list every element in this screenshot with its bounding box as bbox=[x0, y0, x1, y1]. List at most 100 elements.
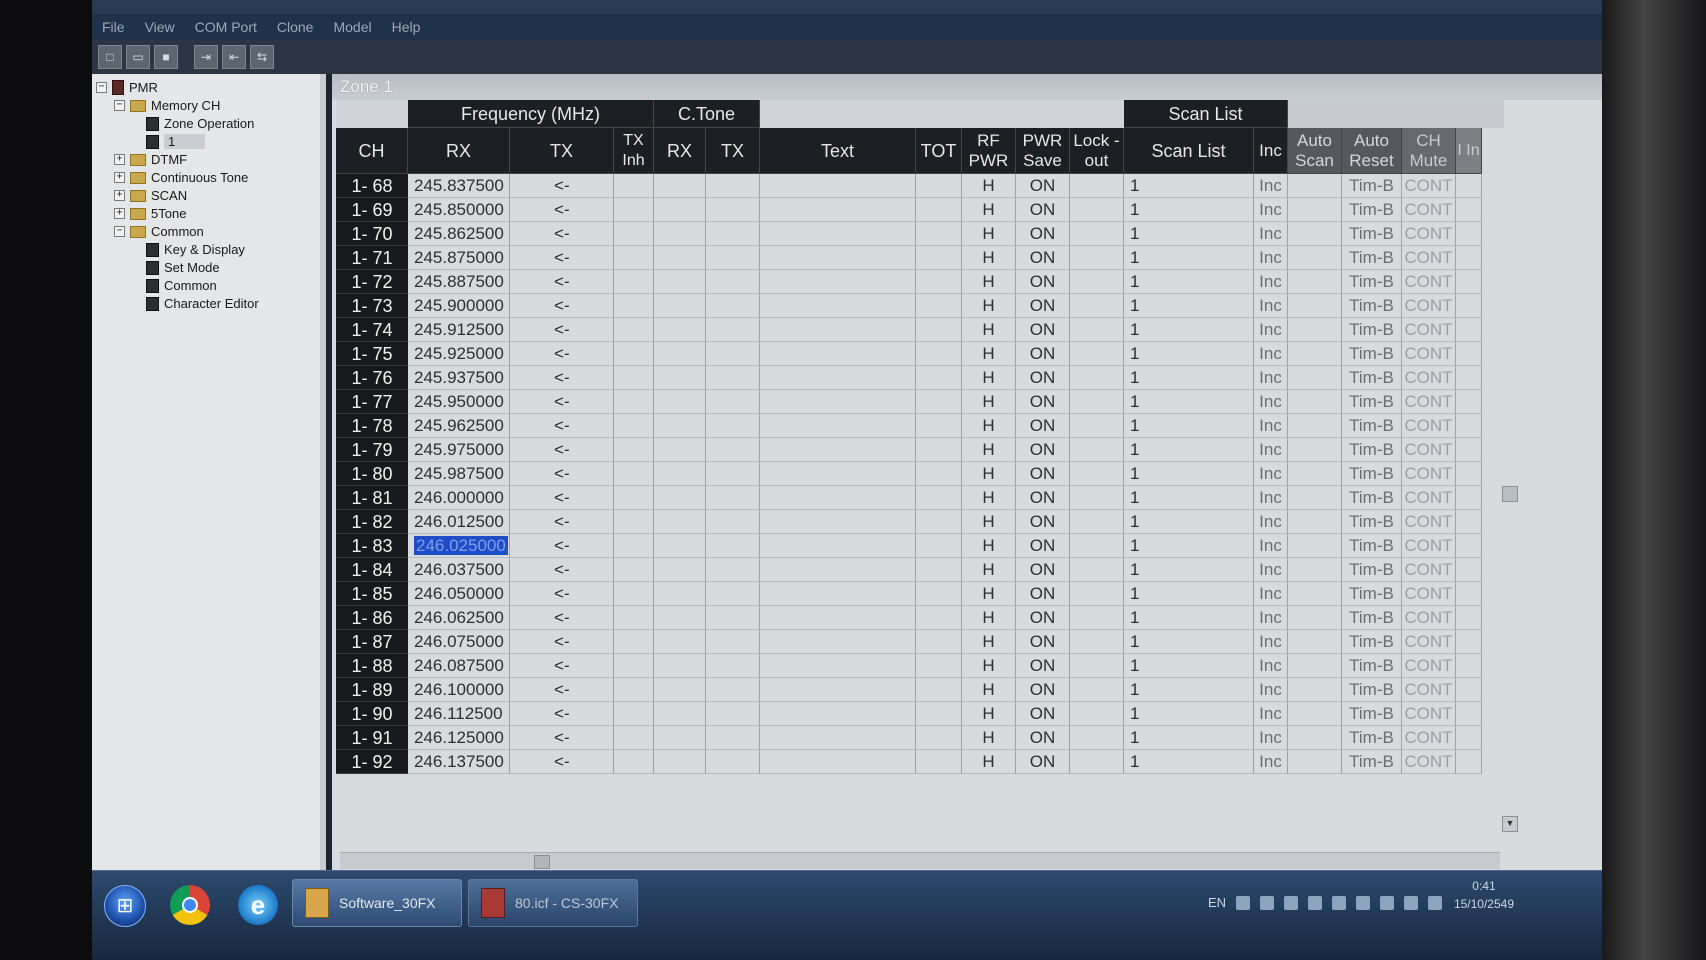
ctone-tx-cell[interactable] bbox=[706, 198, 760, 222]
inc-cell[interactable]: Inc bbox=[1254, 198, 1288, 222]
row-header[interactable]: 1- 77 bbox=[336, 390, 408, 414]
rf-pwr-cell[interactable]: H bbox=[962, 270, 1016, 294]
text-cell[interactable] bbox=[760, 582, 916, 606]
rf-pwr-cell[interactable]: H bbox=[962, 246, 1016, 270]
lockout-cell[interactable] bbox=[1070, 318, 1124, 342]
last-col-cell[interactable] bbox=[1456, 558, 1482, 582]
tree-node-5tone[interactable]: + 5Tone bbox=[114, 204, 186, 223]
text-cell[interactable] bbox=[760, 510, 916, 534]
row-header[interactable]: 1- 78 bbox=[336, 414, 408, 438]
ch-mute-cell[interactable]: CONT bbox=[1402, 246, 1456, 270]
inc-cell[interactable]: Inc bbox=[1254, 630, 1288, 654]
tx-inh-cell[interactable] bbox=[614, 390, 654, 414]
ctone-tx-cell[interactable] bbox=[706, 462, 760, 486]
inc-cell[interactable]: Inc bbox=[1254, 726, 1288, 750]
tx-inh-cell[interactable] bbox=[614, 582, 654, 606]
rf-pwr-cell[interactable]: H bbox=[962, 510, 1016, 534]
lockout-cell[interactable] bbox=[1070, 750, 1124, 774]
ctone-rx-cell[interactable] bbox=[654, 726, 706, 750]
inc-cell[interactable]: Inc bbox=[1254, 582, 1288, 606]
inc-cell[interactable]: Inc bbox=[1254, 534, 1288, 558]
lockout-cell[interactable] bbox=[1070, 558, 1124, 582]
auto-reset-cell[interactable]: Tim-B bbox=[1342, 198, 1402, 222]
ch-mute-cell[interactable]: CONT bbox=[1402, 390, 1456, 414]
tot-cell[interactable] bbox=[916, 414, 962, 438]
row-header[interactable]: 1- 72 bbox=[336, 270, 408, 294]
scan-list-cell[interactable]: 1 bbox=[1124, 414, 1254, 438]
tx-cell[interactable]: <- bbox=[510, 246, 614, 270]
last-col-cell[interactable] bbox=[1456, 366, 1482, 390]
pwr-save-cell[interactable]: ON bbox=[1016, 270, 1070, 294]
scan-list-cell[interactable]: 1 bbox=[1124, 510, 1254, 534]
tx-inh-cell[interactable] bbox=[614, 174, 654, 198]
lockout-cell[interactable] bbox=[1070, 678, 1124, 702]
ctone-tx-cell[interactable] bbox=[706, 630, 760, 654]
read-icon[interactable]: ⇥ bbox=[194, 45, 218, 69]
rf-pwr-cell[interactable]: H bbox=[962, 438, 1016, 462]
ch-mute-cell[interactable]: CONT bbox=[1402, 366, 1456, 390]
last-col-cell[interactable] bbox=[1456, 486, 1482, 510]
pwr-save-cell[interactable]: ON bbox=[1016, 630, 1070, 654]
pwr-save-cell[interactable]: ON bbox=[1016, 366, 1070, 390]
tx-cell[interactable]: <- bbox=[510, 342, 614, 366]
ctone-rx-cell[interactable] bbox=[654, 606, 706, 630]
tx-cell[interactable]: <- bbox=[510, 750, 614, 774]
ctone-tx-cell[interactable] bbox=[706, 726, 760, 750]
tx-cell[interactable]: <- bbox=[510, 318, 614, 342]
rx-cell[interactable]: 246.000000 bbox=[408, 486, 510, 510]
ch-mute-cell[interactable]: CONT bbox=[1402, 678, 1456, 702]
lockout-cell[interactable] bbox=[1070, 534, 1124, 558]
auto-scan-cell[interactable] bbox=[1288, 678, 1342, 702]
pwr-save-cell[interactable]: ON bbox=[1016, 294, 1070, 318]
row-header[interactable]: 1- 69 bbox=[336, 198, 408, 222]
tot-cell[interactable] bbox=[916, 342, 962, 366]
text-cell[interactable] bbox=[760, 174, 916, 198]
row-header[interactable]: 1- 79 bbox=[336, 438, 408, 462]
last-col-cell[interactable] bbox=[1456, 390, 1482, 414]
ctone-tx-cell[interactable] bbox=[706, 702, 760, 726]
menu-model[interactable]: Model bbox=[323, 19, 381, 35]
ch-mute-cell[interactable]: CONT bbox=[1402, 198, 1456, 222]
row-header[interactable]: 1- 89 bbox=[336, 678, 408, 702]
tot-cell[interactable] bbox=[916, 390, 962, 414]
pwr-save-cell[interactable]: ON bbox=[1016, 486, 1070, 510]
scan-list-cell[interactable]: 1 bbox=[1124, 558, 1254, 582]
tot-cell[interactable] bbox=[916, 198, 962, 222]
tx-cell[interactable]: <- bbox=[510, 174, 614, 198]
ctone-rx-cell[interactable] bbox=[654, 318, 706, 342]
auto-reset-cell[interactable]: Tim-B bbox=[1342, 582, 1402, 606]
scan-list-cell[interactable]: 1 bbox=[1124, 270, 1254, 294]
clone-icon[interactable]: ⇆ bbox=[250, 45, 274, 69]
tx-inh-cell[interactable] bbox=[614, 198, 654, 222]
lockout-cell[interactable] bbox=[1070, 438, 1124, 462]
text-cell[interactable] bbox=[760, 246, 916, 270]
rf-pwr-cell[interactable]: H bbox=[962, 750, 1016, 774]
inc-cell[interactable]: Inc bbox=[1254, 174, 1288, 198]
rf-pwr-cell[interactable]: H bbox=[962, 390, 1016, 414]
scan-list-cell[interactable]: 1 bbox=[1124, 174, 1254, 198]
auto-reset-cell[interactable]: Tim-B bbox=[1342, 630, 1402, 654]
ch-mute-cell[interactable]: CONT bbox=[1402, 270, 1456, 294]
ctone-rx-cell[interactable] bbox=[654, 342, 706, 366]
scan-list-cell[interactable]: 1 bbox=[1124, 702, 1254, 726]
auto-reset-cell[interactable]: Tim-B bbox=[1342, 654, 1402, 678]
scan-list-cell[interactable]: 1 bbox=[1124, 678, 1254, 702]
inc-cell[interactable]: Inc bbox=[1254, 558, 1288, 582]
rf-pwr-cell[interactable]: H bbox=[962, 582, 1016, 606]
tree-node-zone-operation[interactable]: Zone Operation bbox=[146, 114, 254, 133]
tree-node-common-sub[interactable]: Common bbox=[146, 276, 217, 295]
pwr-save-cell[interactable]: ON bbox=[1016, 558, 1070, 582]
ctone-rx-cell[interactable] bbox=[654, 534, 706, 558]
last-col-cell[interactable] bbox=[1456, 702, 1482, 726]
ch-mute-cell[interactable]: CONT bbox=[1402, 534, 1456, 558]
last-col-cell[interactable] bbox=[1456, 246, 1482, 270]
auto-scan-cell[interactable] bbox=[1288, 654, 1342, 678]
rx-cell[interactable]: 245.862500 bbox=[408, 222, 510, 246]
rf-pwr-cell[interactable]: H bbox=[962, 366, 1016, 390]
auto-reset-cell[interactable]: Tim-B bbox=[1342, 318, 1402, 342]
tx-inh-cell[interactable] bbox=[614, 366, 654, 390]
menu-com-port[interactable]: COM Port bbox=[185, 19, 267, 35]
row-header[interactable]: 1- 92 bbox=[336, 750, 408, 774]
inc-cell[interactable]: Inc bbox=[1254, 462, 1288, 486]
open-icon[interactable]: ▭ bbox=[126, 45, 150, 69]
